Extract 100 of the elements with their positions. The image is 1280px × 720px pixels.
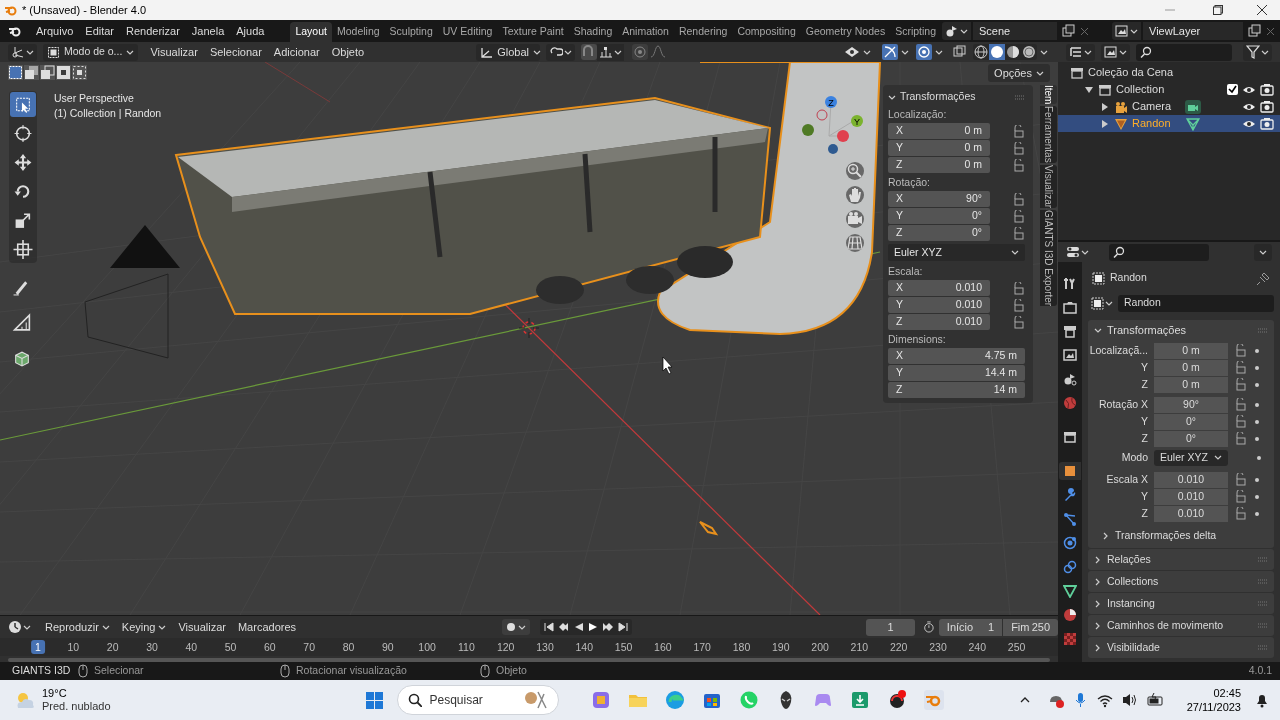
subpanel-title[interactable]: Transformações delta: [1115, 528, 1217, 544]
checkbox-checked[interactable]: [1227, 84, 1238, 95]
number-field[interactable]: 90°: [1154, 396, 1228, 413]
menu-item[interactable]: Arquivo: [30, 20, 80, 42]
navigation-gizmo[interactable]: Z Y: [802, 96, 863, 154]
unlock-icon[interactable]: [1012, 298, 1026, 312]
dropdown[interactable]: Euler XYZ: [1154, 449, 1228, 466]
orientation-dropdown[interactable]: Global: [476, 43, 541, 61]
number-field[interactable]: 0 m: [1154, 342, 1228, 359]
taskbar-search-field[interactable]: Pesquisar: [396, 685, 559, 715]
unlock-icon[interactable]: [1234, 490, 1248, 503]
menu-item[interactable]: Renderizar: [120, 20, 186, 42]
number-field[interactable]: Z 0°: [888, 225, 990, 241]
number-field[interactable]: 0.010: [1154, 488, 1228, 505]
end-frame-field[interactable]: Fim 250: [1003, 618, 1058, 636]
restore-icon[interactable]: [1213, 5, 1223, 15]
menu-item[interactable]: Adicionar: [267, 43, 326, 61]
jump-start-icon[interactable]: [544, 622, 555, 632]
unlock-icon[interactable]: [1012, 209, 1026, 223]
workspace-tab[interactable]: Animation: [617, 22, 674, 42]
unlock-icon[interactable]: [1234, 432, 1248, 445]
number-field[interactable]: X 0 m: [888, 123, 990, 139]
jump-end-icon[interactable]: [618, 622, 629, 632]
number-field[interactable]: X 0.010: [888, 280, 990, 296]
unlock-icon[interactable]: [1012, 281, 1026, 295]
start-frame-field[interactable]: Início 1: [938, 618, 1003, 636]
animate-dot-icon[interactable]: [1254, 347, 1260, 354]
collapsed-panel[interactable]: Caminhos de movimento: [1088, 615, 1274, 636]
rendered-sphere-icon[interactable]: [1021, 44, 1037, 60]
workspace-tab[interactable]: Compositing: [732, 22, 801, 42]
previous-keyframe-icon[interactable]: [558, 622, 571, 632]
collapsed-panel[interactable]: Instancing: [1088, 593, 1274, 614]
number-field[interactable]: 0.010: [1154, 471, 1228, 488]
workspace-tab[interactable]: UV Editing: [437, 22, 498, 42]
proportional-edit-icon[interactable]: [632, 44, 649, 60]
wireframe-sphere-icon[interactable]: [973, 44, 989, 60]
sidebar-tab[interactable]: GIANTS I3D Exporter: [1040, 210, 1057, 307]
copy-icon[interactable]: [1247, 24, 1261, 38]
zoom-icon[interactable]: [846, 162, 864, 180]
options-button[interactable]: [1254, 243, 1272, 261]
mesh-data-icon[interactable]: [1184, 116, 1201, 131]
tree-row[interactable]: Camera: [1058, 98, 1280, 115]
tree-item-label[interactable]: Coleção da Cena: [1088, 64, 1173, 81]
windows-start-icon[interactable]: [365, 691, 383, 709]
unlock-icon[interactable]: [1012, 124, 1026, 138]
unlock-icon[interactable]: [1234, 473, 1248, 486]
clock-date[interactable]: 27/11/2023: [1186, 700, 1241, 714]
search-field[interactable]: [1109, 243, 1209, 261]
sidebar-tab[interactable]: Ferramentas: [1040, 106, 1057, 164]
collapsed-panel[interactable]: Visibilidade: [1088, 637, 1274, 658]
number-field[interactable]: 0°: [1154, 413, 1228, 430]
camera-icon[interactable]: [1260, 100, 1274, 113]
material-sphere-icon[interactable]: [1005, 44, 1021, 60]
drag-handle-icon[interactable]: [1015, 94, 1025, 100]
download-icon[interactable]: [849, 690, 870, 710]
view-layer-type-button[interactable]: [1112, 22, 1141, 40]
number-field[interactable]: X 4.75 m: [888, 348, 1025, 364]
editor-type-button[interactable]: [8, 620, 31, 634]
number-field[interactable]: Z 14 m: [888, 382, 1025, 398]
current-frame-field[interactable]: 1: [866, 618, 915, 636]
options-dropdown[interactable]: Opções: [988, 64, 1050, 82]
scene-type-button[interactable]: [942, 22, 971, 40]
tree-item-label[interactable]: Camera: [1132, 98, 1172, 115]
workspace-tab[interactable]: Scripting: [890, 22, 941, 42]
keyframe-record-button[interactable]: [502, 619, 531, 635]
name-field[interactable]: Randon: [1118, 294, 1274, 312]
tree-row[interactable]: Randon: [1058, 115, 1280, 132]
selection-mode-icon[interactable]: [40, 65, 55, 80]
menu-item[interactable]: Marcadores: [231, 618, 303, 636]
unlock-icon[interactable]: [1234, 507, 1248, 520]
scene-field[interactable]: Scene: [973, 22, 1057, 40]
collapsed-panel[interactable]: Collections: [1088, 571, 1274, 592]
menu-item[interactable]: Reproduzir: [39, 618, 116, 636]
xray-icon[interactable]: [952, 44, 968, 60]
camera-icon[interactable]: [1260, 83, 1274, 96]
unlock-icon[interactable]: [1012, 192, 1026, 206]
stopwatch-icon[interactable]: [923, 620, 935, 634]
number-field[interactable]: 0.010: [1154, 505, 1228, 522]
menu-item[interactable]: Visualizar: [172, 618, 232, 636]
number-field[interactable]: Y 0°: [888, 208, 990, 224]
unlock-icon[interactable]: [1012, 141, 1026, 155]
panel-title[interactable]: Transformações: [900, 89, 976, 105]
close-icon[interactable]: [1257, 5, 1267, 15]
selection-mode-icon[interactable]: [24, 65, 39, 80]
menu-item[interactable]: Visualizar: [144, 43, 204, 61]
animate-dot-icon[interactable]: [1254, 364, 1260, 371]
unlock-icon[interactable]: [1012, 158, 1026, 172]
clock-time[interactable]: 02:45: [1213, 686, 1241, 700]
unlock-icon[interactable]: [1012, 226, 1026, 240]
visibility-eye-icon[interactable]: [844, 44, 860, 60]
animate-dot-icon[interactable]: [1254, 493, 1260, 500]
collapsed-panel[interactable]: Relações: [1088, 549, 1274, 570]
tree-item-label[interactable]: Collection: [1116, 81, 1165, 98]
number-field[interactable]: X 90°: [888, 191, 990, 207]
workspace-tab[interactable]: Rendering: [673, 22, 733, 42]
display-mode-button[interactable]: [1101, 43, 1130, 61]
menu-item[interactable]: Selecionar: [203, 43, 268, 61]
unlock-icon[interactable]: [1234, 344, 1248, 357]
unlock-icon[interactable]: [1012, 315, 1026, 329]
wifi-icon[interactable]: [1096, 692, 1113, 708]
